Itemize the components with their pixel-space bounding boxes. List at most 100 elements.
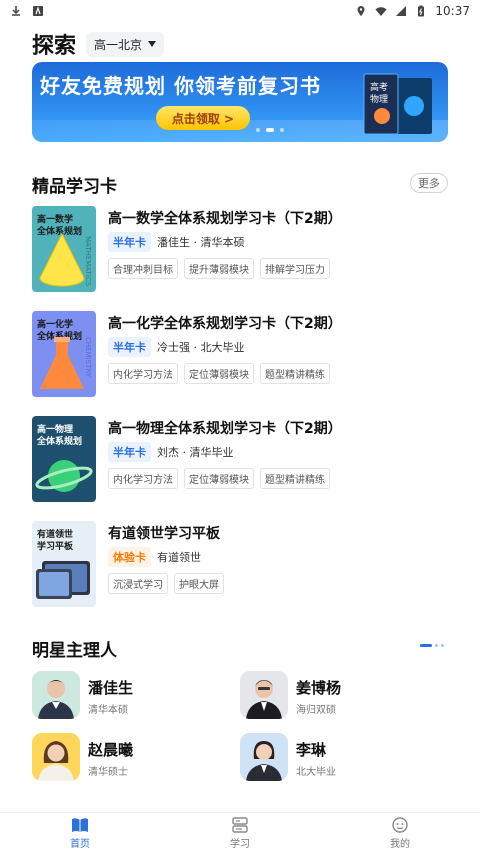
study-card-tablet[interactable]: 有道领世 学习平板 有道领世学习平板 体验卡 有道领世 沉浸式学习 护眼大屏 bbox=[32, 521, 452, 607]
tutors-pager bbox=[420, 644, 444, 647]
card-tags: 内化学习方法 定位薄弱模块 题型精讲精练 bbox=[108, 468, 330, 489]
grade-selector[interactable]: 高一北京 bbox=[86, 31, 165, 57]
card-tag: 内化学习方法 bbox=[108, 363, 178, 384]
tutor-item[interactable]: 姜博杨 海归双硕 bbox=[240, 671, 430, 719]
grade-selector-label: 高一北京 bbox=[94, 37, 143, 52]
tutor-name: 李琳 bbox=[296, 741, 327, 759]
tablet-icon bbox=[36, 561, 90, 599]
download-icon bbox=[12, 6, 20, 16]
pager-dot bbox=[435, 644, 438, 647]
status-time: 10:37 bbox=[435, 4, 470, 18]
avatar bbox=[32, 671, 80, 719]
card-title: 有道领世学习平板 bbox=[108, 526, 220, 542]
nav-home[interactable]: 首页 bbox=[0, 813, 160, 853]
card-author: 潘佳生 · 清华本硕 bbox=[157, 236, 245, 249]
card-tag: 定位薄弱模块 bbox=[184, 363, 254, 384]
avatar bbox=[240, 733, 288, 781]
card-tag: 护眼大屏 bbox=[174, 573, 224, 594]
svg-text:CHEMISTRY: CHEMISTRY bbox=[84, 337, 92, 378]
card-badge: 半年卡 bbox=[108, 442, 151, 462]
svg-text:高考: 高考 bbox=[370, 81, 388, 93]
nav-profile[interactable]: 我的 bbox=[320, 813, 480, 853]
pager-dot-active bbox=[266, 128, 274, 132]
bottom-navigation: 首页 学习 我的 bbox=[0, 812, 480, 853]
tutor-name: 姜博杨 bbox=[296, 679, 342, 697]
card-tag: 合理冲刺目标 bbox=[108, 258, 178, 279]
tutor-item[interactable]: 李琳 北大毕业 bbox=[240, 733, 430, 781]
wifi-icon bbox=[375, 7, 387, 16]
tutor-item[interactable]: 赵晨曦 清华硕士 bbox=[32, 733, 222, 781]
tutor-item[interactable]: 潘佳生 清华本硕 bbox=[32, 671, 222, 719]
card-meta: 半年卡 刘杰 · 清华毕业 bbox=[108, 442, 234, 462]
card-meta: 半年卡 冷士强 · 北大毕业 bbox=[108, 337, 245, 357]
card-author: 刘杰 · 清华毕业 bbox=[157, 446, 234, 459]
books-illustration: 高考 物理 bbox=[363, 73, 432, 135]
promo-banner[interactable]: 好友免费规划 你领考前复习书 点击领取 > 高考 物理 bbox=[32, 62, 448, 142]
cone-icon: MATHEMATICS bbox=[39, 232, 92, 287]
caret-down-icon bbox=[148, 41, 157, 47]
card-tags: 内化学习方法 定位薄弱模块 题型精讲精练 bbox=[108, 363, 330, 384]
card-badge: 体验卡 bbox=[108, 547, 151, 567]
math-card-thumbnail: 高一数学 全体系规划 MATHEMATICS bbox=[32, 206, 96, 292]
nav-home-label: 首页 bbox=[70, 838, 90, 850]
card-tags: 合理冲刺目标 提升薄弱模块 排解学习压力 bbox=[108, 258, 330, 279]
card-badge: 半年卡 bbox=[108, 232, 151, 252]
tutor-education: 北大毕业 bbox=[296, 767, 336, 778]
study-card-physics[interactable]: 高一物理 全体系规划 高一物理全体系规划学习卡（下2期） 半年卡 刘杰 · 清华… bbox=[32, 416, 452, 502]
banner-cta-label: 点击领取 > bbox=[171, 111, 235, 126]
physics-card-thumbnail: 高一物理 全体系规划 bbox=[32, 416, 96, 502]
banner-cta-button[interactable]: 点击领取 > bbox=[156, 106, 250, 130]
svg-text:MATHEMATICS: MATHEMATICS bbox=[84, 236, 92, 287]
card-badge: 半年卡 bbox=[108, 337, 151, 357]
app-notification-icon bbox=[33, 6, 43, 16]
chemistry-card-thumbnail: 高一化学 全体系规划 CHEMISTRY bbox=[32, 311, 96, 397]
card-title: 高一化学全体系规划学习卡（下2期） bbox=[108, 316, 342, 332]
card-author: 有道领世 bbox=[157, 551, 201, 564]
page-title: 探索 bbox=[32, 34, 77, 59]
study-icon bbox=[232, 816, 248, 833]
book-icon bbox=[72, 817, 88, 832]
pager-dot bbox=[441, 644, 444, 647]
tablet-card-thumbnail: 有道领世 学习平板 bbox=[32, 521, 96, 607]
card-tag: 沉浸式学习 bbox=[108, 573, 168, 594]
flask-icon: CHEMISTRY bbox=[40, 337, 92, 389]
card-tag: 排解学习压力 bbox=[260, 258, 330, 279]
pager-dot-active bbox=[420, 644, 432, 647]
banner-pager bbox=[256, 128, 284, 132]
card-tag: 题型精讲精练 bbox=[260, 363, 330, 384]
planet-icon bbox=[35, 460, 93, 492]
tutor-education: 清华本硕 bbox=[88, 705, 128, 716]
nav-study[interactable]: 学习 bbox=[160, 813, 320, 853]
tutor-name: 赵晨曦 bbox=[88, 741, 134, 759]
nav-profile-label: 我的 bbox=[390, 838, 410, 850]
tutor-education: 清华硕士 bbox=[88, 767, 128, 778]
card-tag: 定位薄弱模块 bbox=[184, 468, 254, 489]
status-bar: 10:37 bbox=[0, 0, 480, 22]
page-header: 探索 高一北京 bbox=[32, 28, 165, 60]
tutor-name: 潘佳生 bbox=[88, 679, 134, 697]
pager-dot bbox=[256, 128, 260, 132]
thumb-title: 有道领世 学习平板 bbox=[37, 530, 74, 552]
card-meta: 体验卡 有道领世 bbox=[108, 547, 201, 567]
card-title: 高一数学全体系规划学习卡（下2期） bbox=[108, 211, 342, 227]
banner-headline: 好友免费规划 你领考前复习书 bbox=[40, 74, 321, 98]
card-tag: 内化学习方法 bbox=[108, 468, 178, 489]
section-title-premium: 精品学习卡 bbox=[32, 177, 117, 197]
pager-dot bbox=[280, 128, 284, 132]
card-title: 高一物理全体系规划学习卡（下2期） bbox=[108, 421, 342, 437]
svg-text:物理: 物理 bbox=[370, 93, 388, 105]
card-meta: 半年卡 潘佳生 · 清华本硕 bbox=[108, 232, 245, 252]
signal-icon bbox=[396, 6, 407, 16]
section-title-tutors: 明星主理人 bbox=[32, 641, 117, 661]
location-icon bbox=[357, 6, 365, 16]
battery-icon bbox=[418, 5, 425, 17]
more-button[interactable]: 更多 bbox=[410, 173, 448, 193]
card-tag: 提升薄弱模块 bbox=[184, 258, 254, 279]
card-tags: 沉浸式学习 护眼大屏 bbox=[108, 573, 224, 594]
nav-study-label: 学习 bbox=[230, 838, 250, 850]
study-card-chemistry[interactable]: 高一化学 全体系规划 CHEMISTRY 高一化学全体系规划学习卡（下2期） 半… bbox=[32, 311, 452, 397]
avatar bbox=[32, 733, 80, 781]
study-card-math[interactable]: 高一数学 全体系规划 MATHEMATICS 高一数学全体系规划学习卡（下2期）… bbox=[32, 206, 452, 292]
card-author: 冷士强 · 北大毕业 bbox=[157, 341, 245, 354]
avatar bbox=[240, 671, 288, 719]
